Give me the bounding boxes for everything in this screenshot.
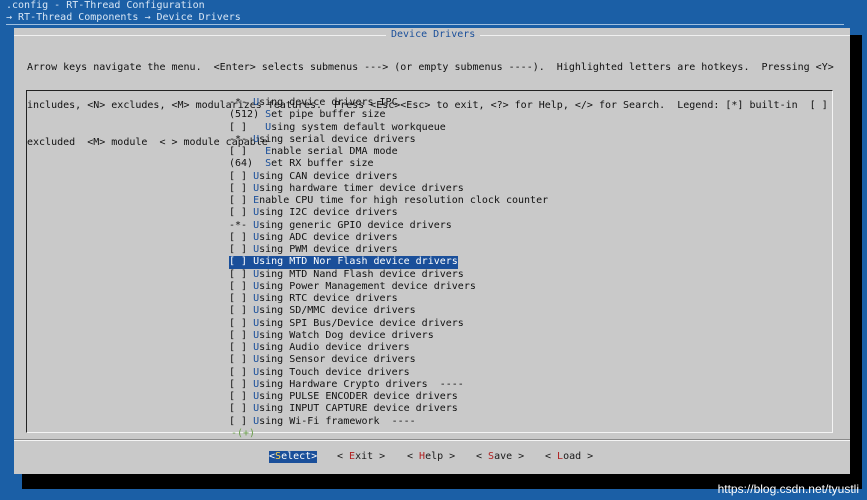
menu-item-prefix: (64) bbox=[229, 158, 266, 170]
menu-item-label: sing Audio device drivers bbox=[259, 342, 410, 353]
menu-item-label: sing CAN device drivers bbox=[259, 170, 398, 182]
menu-item-prefix: [ ] bbox=[229, 121, 266, 133]
menu-item[interactable]: [ ] Using CAN device drivers bbox=[229, 171, 799, 183]
menu-item-prefix: [ ] bbox=[229, 317, 254, 329]
menu-item-prefix: (512) bbox=[229, 109, 266, 121]
menu-item-label: nable serial DMA mode bbox=[271, 146, 398, 157]
menu-item-prefix: [ ] bbox=[229, 366, 254, 378]
menu-item[interactable]: -*- Using serial device drivers bbox=[229, 134, 799, 146]
menu-item[interactable]: [ ] Using Sensor device drivers bbox=[229, 354, 799, 366]
menu-item[interactable]: [ ] Using Audio device drivers bbox=[229, 342, 799, 354]
menu-item[interactable]: [ ] Using PWM device drivers bbox=[229, 244, 799, 256]
menu-item-prefix: [ ] bbox=[229, 268, 254, 280]
menu-item-prefix: [ ] bbox=[229, 231, 254, 243]
menu-item-prefix: [ ] bbox=[229, 403, 254, 415]
menu-item[interactable]: [ ] Using hardware timer device drivers bbox=[229, 183, 799, 195]
menu-item-label: sing I2C device drivers bbox=[259, 207, 398, 219]
menu-item-label: sing Power Management device drivers bbox=[259, 280, 476, 292]
menu-item[interactable]: [ ] Using I2C device drivers bbox=[229, 207, 799, 219]
menu-item-prefix: [ ] bbox=[229, 342, 254, 353]
menu-item-label: sing serial device drivers bbox=[259, 133, 416, 145]
button-bar: <Select> < Exit > < Help > < Save > < Lo… bbox=[269, 451, 593, 463]
exit-button[interactable]: < Exit > bbox=[337, 451, 385, 463]
menu-item[interactable]: [ ] Using MTD Nor Flash device drivers bbox=[229, 256, 458, 269]
menu-item-prefix: [ ] bbox=[229, 354, 254, 366]
menu-item[interactable]: -*- Using device drivers IPC bbox=[229, 97, 799, 109]
menu-item-prefix: -*- bbox=[229, 97, 254, 108]
menu-item-label: nable CPU time for high resolution clock… bbox=[259, 195, 549, 206]
save-button[interactable]: < Save > bbox=[476, 451, 524, 463]
menu-item[interactable]: [ ] Using ADC device drivers bbox=[229, 232, 799, 244]
menu-item[interactable]: [ ] Using Touch device drivers bbox=[229, 367, 799, 379]
menu-list: -*- Using device drivers IPC (512) Set pi… bbox=[229, 97, 799, 428]
menu-item[interactable]: [ ] Using Watch Dog device drivers bbox=[229, 330, 799, 342]
menu-item-prefix: [ ] bbox=[229, 378, 254, 390]
menu-item-prefix: [ ] bbox=[229, 207, 254, 219]
menu-item-label: sing ADC device drivers bbox=[259, 231, 398, 243]
menu-item[interactable]: [ ] Using SPI Bus/Device device drivers bbox=[229, 318, 799, 330]
terminal-screen: .config - RT-Thread Configuration → RT-T… bbox=[0, 0, 867, 500]
menu-item[interactable]: [ ] Using Wi-Fi framework ---- bbox=[229, 416, 799, 428]
header-divider bbox=[6, 24, 844, 25]
menu-item-prefix: [ ] bbox=[229, 256, 254, 268]
menu-item-label: sing system default workqueue bbox=[271, 121, 446, 133]
menu-item-label: et pipe buffer size bbox=[271, 109, 386, 121]
menu-item-prefix: [ ] bbox=[229, 244, 254, 255]
menu-item[interactable]: [ ] Using system default workqueue bbox=[229, 122, 799, 134]
watermark-url: https://blog.csdn.net/tyustli bbox=[717, 482, 859, 496]
menu-item[interactable]: [ ] Using RTC device drivers bbox=[229, 293, 799, 305]
menu-item-label: et RX buffer size bbox=[271, 158, 374, 170]
menu-item[interactable]: [ ] Using INPUT CAPTURE device drivers bbox=[229, 403, 799, 415]
menu-item[interactable]: (512) Set pipe buffer size bbox=[229, 109, 799, 121]
menu-item-label: sing SPI Bus/Device device drivers bbox=[259, 317, 464, 329]
menu-item-prefix: -*- bbox=[229, 133, 254, 145]
menu-item[interactable]: -*- Using generic GPIO device drivers bbox=[229, 220, 799, 232]
menu-item-label: sing Watch Dog device drivers bbox=[259, 329, 434, 341]
menu-item-label: sing Hardware Crypto drivers ---- bbox=[259, 378, 464, 390]
menu-item[interactable]: [ ] Enable serial DMA mode bbox=[229, 146, 799, 158]
menu-item[interactable]: [ ] Using PULSE ENCODER device drivers bbox=[229, 391, 799, 403]
config-file-title: .config - RT-Thread Configuration bbox=[6, 0, 205, 11]
button-bar-rule bbox=[14, 440, 850, 441]
menu-item-label: sing SD/MMC device drivers bbox=[259, 305, 416, 317]
menu-item-label: sing MTD Nand Flash device drivers bbox=[259, 268, 464, 280]
menu-item-label: sing hardware timer device drivers bbox=[259, 182, 464, 194]
menu-item-label: sing Sensor device drivers bbox=[259, 354, 416, 366]
menu-item-label: sing device drivers IPC bbox=[259, 97, 398, 108]
menu-item-label: sing PULSE ENCODER device drivers bbox=[259, 391, 458, 402]
menu-item[interactable]: [ ] Enable CPU time for high resolution … bbox=[229, 195, 799, 207]
menu-item-prefix: [ ] bbox=[229, 146, 266, 157]
menu-item-prefix: -*- bbox=[229, 219, 254, 231]
menu-item-prefix: [ ] bbox=[229, 293, 254, 304]
help-line: Arrow keys navigate the menu. <Enter> se… bbox=[27, 62, 834, 73]
menu-item-prefix: [ ] bbox=[229, 195, 254, 206]
menu-item[interactable]: (64) Set RX buffer size bbox=[229, 158, 799, 170]
menu-item-label: sing Touch device drivers bbox=[259, 366, 410, 378]
menu-item-prefix: [ ] bbox=[229, 170, 254, 182]
menu-item[interactable]: [ ] Using SD/MMC device drivers bbox=[229, 305, 799, 317]
menu-item-prefix: [ ] bbox=[229, 305, 254, 317]
menu-item-prefix: [ ] bbox=[229, 329, 254, 341]
menu-item-prefix: [ ] bbox=[229, 182, 254, 194]
menu-item[interactable]: [ ] Using Hardware Crypto drivers ---- bbox=[229, 379, 799, 391]
menu-item-prefix: [ ] bbox=[229, 415, 254, 427]
breadcrumb: → RT-Thread Components → Device Drivers bbox=[6, 12, 241, 23]
menu-item-prefix: [ ] bbox=[229, 391, 254, 402]
menu-item-label: sing PWM device drivers bbox=[259, 244, 398, 255]
select-button[interactable]: <Select> bbox=[269, 451, 318, 463]
menu-item-label: sing generic GPIO device drivers bbox=[259, 219, 452, 231]
device-drivers-dialog: Device Drivers Arrow keys navigate the m… bbox=[14, 28, 850, 474]
menu-item-label: sing Wi-Fi framework ---- bbox=[259, 415, 416, 427]
menu-item-label: sing RTC device drivers bbox=[259, 293, 398, 304]
menu-item[interactable]: [ ] Using MTD Nand Flash device drivers bbox=[229, 269, 799, 281]
menu-item-label: sing MTD Nor Flash device drivers bbox=[259, 256, 458, 268]
load-button[interactable]: < Load > bbox=[545, 451, 593, 463]
menu-item-prefix: [ ] bbox=[229, 280, 254, 292]
menu-item-label: sing INPUT CAPTURE device drivers bbox=[259, 403, 458, 415]
menu-item[interactable]: [ ] Using Power Management device driver… bbox=[229, 281, 799, 293]
help-button[interactable]: < Help > bbox=[407, 451, 455, 463]
